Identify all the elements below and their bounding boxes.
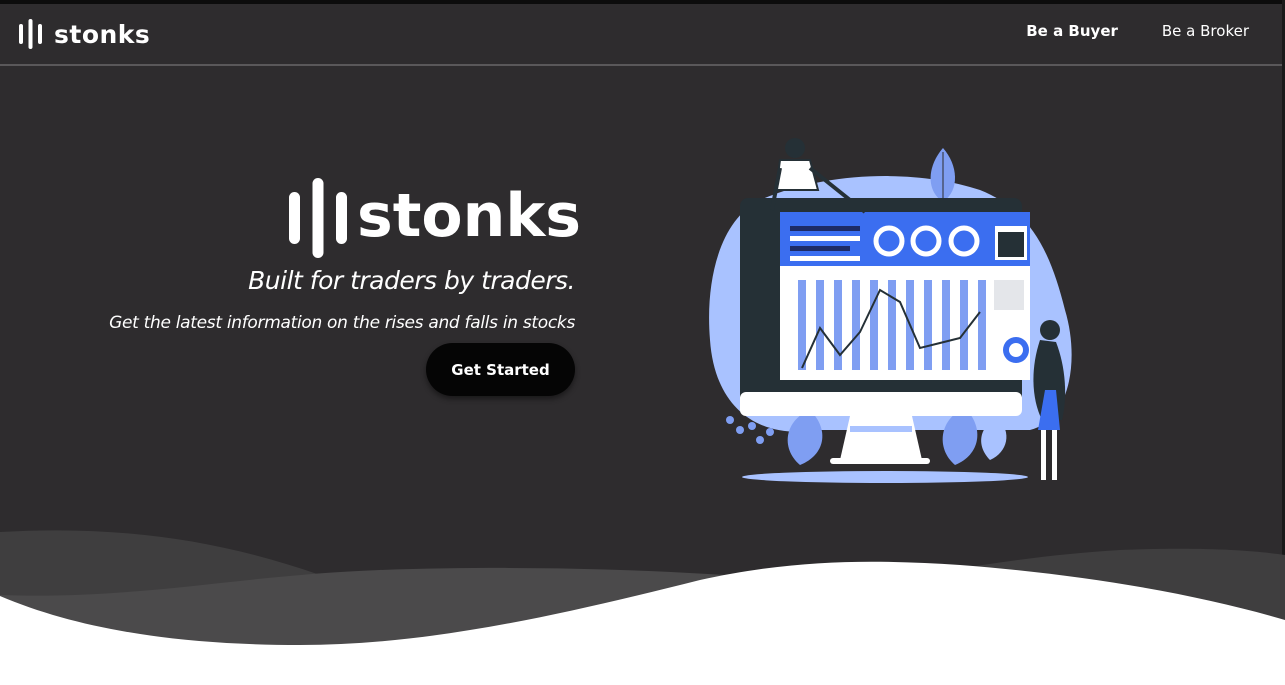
navbar: stonks Be a Buyer Be a Broker [0,4,1282,66]
nav-links: Be a Buyer Be a Broker [1026,22,1249,40]
brand-name: stonks [54,19,151,49]
trader-dashboard-illustration-icon [709,138,1072,483]
landing-page: stonks Be a Buyer Be a Broker stonks Bui… [0,0,1285,685]
hero-tagline: Built for traders by traders. [248,266,575,295]
stonks-hero-logo-icon [289,178,347,258]
nav-link-be-a-broker[interactable]: Be a Broker [1162,22,1249,40]
hero-wave-divider [0,530,1285,685]
brand-link[interactable]: stonks [18,16,150,52]
get-started-button[interactable]: Get Started [426,343,575,396]
nav-link-be-a-buyer[interactable]: Be a Buyer [1026,22,1118,40]
stonks-logo-icon [19,19,42,49]
hero-logo: stonks [287,178,581,258]
hero-subline: Get the latest information on the rises … [109,313,575,333]
hero-brand-name: stonks [357,181,581,251]
